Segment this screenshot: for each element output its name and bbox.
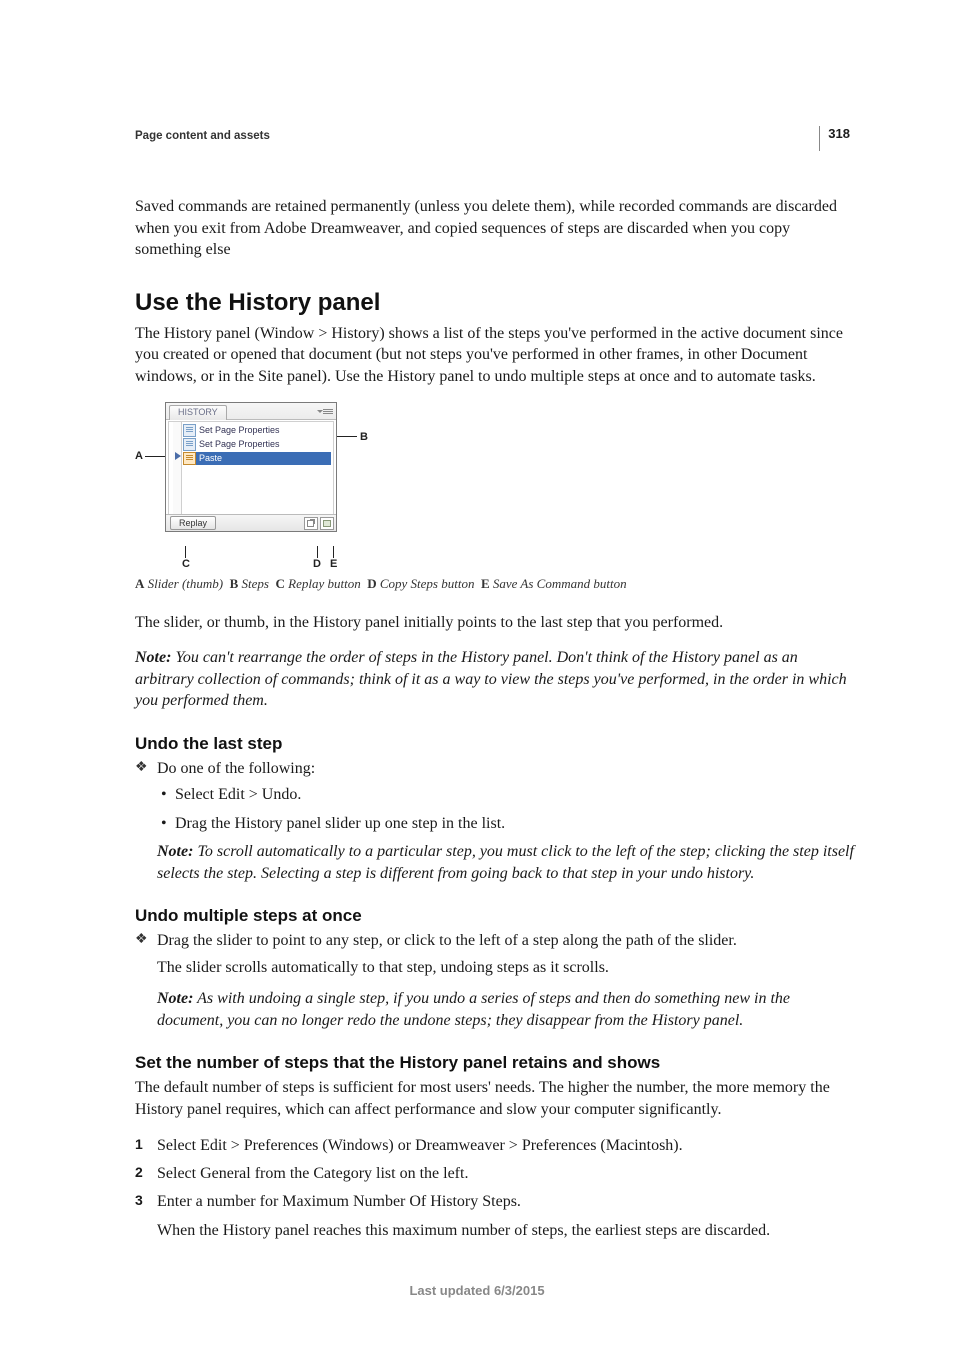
caption-key: E bbox=[481, 576, 490, 591]
callout-b-line bbox=[335, 436, 357, 437]
note-undo-series: Note: As with undoing a single step, if … bbox=[157, 988, 854, 1031]
do-one-of-following: Do one of the following: bbox=[135, 758, 854, 780]
heading-undo-last-step: Undo the last step bbox=[135, 734, 854, 754]
paste-icon bbox=[183, 452, 196, 465]
callout-a-line bbox=[145, 456, 165, 457]
step-item: Select Edit > Preferences (Windows) or D… bbox=[135, 1135, 854, 1157]
step-item: Enter a number for Maximum Number Of His… bbox=[135, 1191, 854, 1213]
panel-footer: Replay bbox=[166, 514, 336, 531]
bullet-item: Drag the History panel slider up one ste… bbox=[135, 813, 854, 835]
history-step-label: Paste bbox=[199, 453, 222, 463]
set-steps-para: The default number of steps is sufficien… bbox=[135, 1077, 854, 1120]
callout-c-label: C bbox=[182, 558, 190, 570]
caption-key: D bbox=[367, 576, 376, 591]
history-slider-thumb[interactable] bbox=[175, 452, 181, 460]
set-steps-tail: When the History panel reaches this maxi… bbox=[157, 1220, 854, 1242]
note-lead: Note: bbox=[135, 649, 171, 666]
history-panel-figure: A B HISTORY Set Page Properties Set Page… bbox=[135, 402, 375, 570]
panel-menu-icon[interactable] bbox=[323, 408, 333, 416]
caption-key: B bbox=[230, 576, 239, 591]
step-item: Select General from the Category list on… bbox=[135, 1163, 854, 1185]
page-number: 318 bbox=[819, 126, 854, 151]
page-properties-icon bbox=[183, 424, 196, 437]
bullet-item: Select Edit > Undo. bbox=[135, 784, 854, 806]
heading-undo-multiple: Undo multiple steps at once bbox=[135, 906, 854, 926]
history-step-label: Set Page Properties bbox=[199, 439, 280, 449]
caption-text: Steps bbox=[242, 576, 269, 591]
undo-multiple-para: The slider scrolls automatically to that… bbox=[157, 957, 854, 979]
note-text: As with undoing a single step, if you un… bbox=[157, 990, 790, 1029]
caption-text: Save As Command button bbox=[493, 576, 627, 591]
history-step-label: Set Page Properties bbox=[199, 425, 280, 435]
note-text: To scroll automatically to a particular … bbox=[157, 843, 854, 882]
callout-e-label: E bbox=[330, 558, 337, 570]
caption-key: A bbox=[135, 576, 144, 591]
note-lead: Note: bbox=[157, 990, 193, 1007]
history-tab[interactable]: HISTORY bbox=[169, 405, 227, 420]
caption-text: Slider (thumb) bbox=[148, 576, 223, 591]
history-step[interactable]: Set Page Properties bbox=[183, 438, 331, 451]
caption-text: Replay button bbox=[288, 576, 361, 591]
callout-e-tick bbox=[333, 546, 334, 558]
heading-set-number-of-steps: Set the number of steps that the History… bbox=[135, 1053, 854, 1073]
note-text: You can't rearrange the order of steps i… bbox=[135, 649, 847, 709]
callout-a-label: A bbox=[135, 450, 143, 462]
history-slider-track[interactable] bbox=[173, 422, 182, 514]
history-step-selected[interactable]: Paste bbox=[183, 452, 331, 465]
callout-b-label: B bbox=[360, 431, 368, 443]
intro-paragraph: Saved commands are retained permanently … bbox=[135, 196, 854, 261]
figure-caption: A Slider (thumb) B Steps C Replay button… bbox=[135, 576, 854, 592]
history-panel: HISTORY Set Page Properties Set Page Pro… bbox=[165, 402, 337, 532]
history-step[interactable]: Set Page Properties bbox=[183, 424, 331, 437]
callout-d-label: D bbox=[313, 558, 321, 570]
callout-c-tick bbox=[185, 546, 186, 558]
note-scroll: Note: To scroll automatically to a parti… bbox=[157, 841, 854, 884]
caption-key: C bbox=[275, 576, 284, 591]
section-label: Page content and assets bbox=[135, 130, 854, 142]
replay-button[interactable]: Replay bbox=[170, 516, 216, 530]
save-as-command-icon[interactable] bbox=[320, 517, 334, 530]
undo-multiple-lead: Drag the slider to point to any step, or… bbox=[135, 930, 854, 952]
note-lead: Note: bbox=[157, 843, 193, 860]
panel-body: Set Page Properties Set Page Properties … bbox=[168, 421, 334, 515]
callout-d-tick bbox=[317, 546, 318, 558]
history-intro-paragraph: The History panel (Window > History) sho… bbox=[135, 323, 854, 388]
panel-tabbar: HISTORY bbox=[166, 403, 336, 420]
heading-use-history-panel: Use the History panel bbox=[135, 289, 854, 317]
page-footer: Last updated 6/3/2015 bbox=[0, 1283, 954, 1298]
slider-description: The slider, or thumb, in the History pan… bbox=[135, 612, 854, 634]
caption-text: Copy Steps button bbox=[380, 576, 475, 591]
copy-steps-icon[interactable] bbox=[304, 517, 318, 530]
note-reorder: Note: You can't rearrange the order of s… bbox=[135, 647, 854, 712]
page-properties-icon bbox=[183, 438, 196, 451]
